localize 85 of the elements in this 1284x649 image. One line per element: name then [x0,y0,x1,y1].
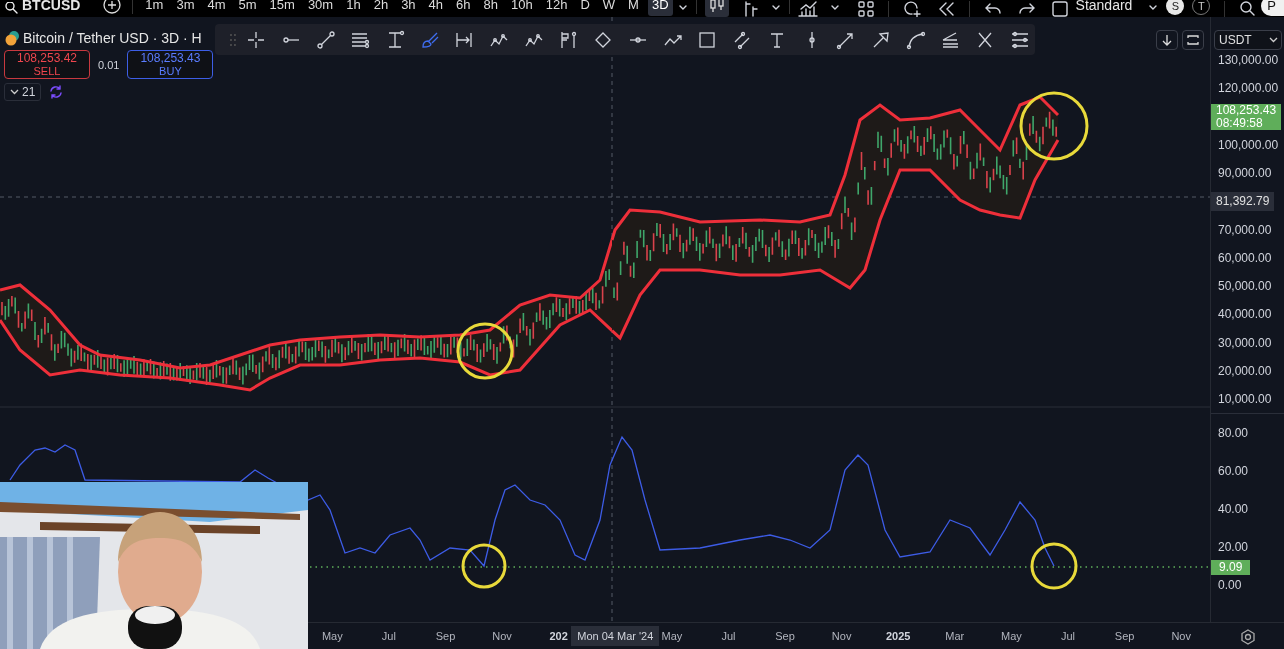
search-icon [1239,0,1256,17]
interval-tab[interactable]: 5m [234,0,261,16]
interval-tab[interactable]: 10h [507,0,537,16]
spread-value: 0.01 [98,58,120,71]
price-tag: 108,253.43 08:49:58 [1211,103,1282,130]
price-label: 70,000.00 [1218,221,1272,239]
price-label: 30,000.00 [1218,334,1272,352]
price-label: 20,000.00 [1218,362,1272,380]
highlight-circle [461,543,507,589]
drag-handle-icon[interactable] [229,32,237,47]
currency-dropdown[interactable]: USDT [1214,30,1282,50]
refresh-icon [49,85,64,99]
fullscreen-icon [1187,34,1199,46]
indicator-label: 0.00 [1218,578,1242,593]
crosshair-price-tag: 81,392.79 [1211,191,1275,211]
time-label: Jul [381,630,396,642]
coin-icon [4,30,20,46]
interval-tab[interactable]: 3h [397,0,420,16]
bar-chart-icon [742,0,759,17]
sell-button[interactable]: 108,253.42 SELL [4,50,90,79]
alert-plus-icon [902,0,923,17]
interval-tab[interactable]: 3D [647,0,673,16]
interval-tab[interactable]: 12h [541,0,572,16]
profile-button[interactable]: P [1261,0,1284,16]
time-label: Sep [1114,630,1135,642]
interval-tab[interactable]: 6h [452,0,475,16]
interval-tab[interactable]: 8h [479,0,502,16]
undo-icon [983,1,1002,16]
search-icon [4,1,18,16]
interval-tab[interactable]: 1h [342,0,365,16]
time-label: 2025 [886,630,911,642]
price-label: 40,000.00 [1218,306,1272,324]
square-icon [1051,0,1068,17]
price-label: 90,000.00 [1218,165,1272,182]
scroll-down-button[interactable] [1156,30,1178,50]
symbol-title: Bitcoin / Tether USD · 3D · H [23,30,202,46]
indicator-label: 80.00 [1218,426,1249,441]
time-label: May [1001,630,1022,642]
time-label: May [321,630,343,642]
caret-icon [1269,36,1278,44]
time-label: Jul [1061,630,1076,642]
indicator-label: 40.00 [1218,502,1249,517]
indicators-icon [797,0,818,17]
buy-button[interactable]: 108,253.43 BUY [127,50,214,79]
caret-icon [10,88,19,96]
time-label: Nov [492,630,512,642]
indicator-label: 60.00 [1218,464,1249,479]
layout-name[interactable]: Standard [1075,0,1133,14]
arrow-down-icon [1161,34,1173,46]
indicator-label: 20.00 [1218,540,1249,555]
interval-tab[interactable]: D [576,0,594,16]
crosshair-date-tag: Mon 04 Mar '24 [571,626,660,646]
fullscreen-button[interactable] [1182,30,1204,50]
price-label: 50,000.00 [1218,278,1272,295]
price-label: 60,000.00 [1218,249,1272,267]
interval-tab[interactable]: 1m [141,0,168,16]
interval-tab[interactable]: M [624,0,643,16]
interval-tab[interactable]: 3m [172,0,199,16]
time-label: 202 [549,630,568,642]
interval-tab[interactable]: 15m [265,0,299,16]
price-label: 120,000.00 [1218,80,1279,98]
highlight-circle [1030,542,1078,590]
time-label: Jul [721,630,736,642]
time-label: Nov [1171,630,1191,642]
symbol-name[interactable]: BTCUSD [22,0,81,14]
indicator-value-tag: 9.09 [1211,560,1251,575]
price-label: 10,000.00 [1218,391,1272,408]
settings-icon[interactable] [1240,629,1256,645]
time-label: Sep [775,630,795,642]
interval-tab[interactable]: 4m [203,0,230,16]
grid-icon [857,0,874,17]
price-label: 100,000.00 [1218,136,1279,154]
time-label: Mar [945,630,965,642]
interval-tab[interactable]: 30m [303,0,338,16]
time-label: May [661,630,683,642]
redo-icon [1017,1,1036,16]
price-label: 130,000.00 [1218,52,1279,69]
time-label: Nov [831,630,852,642]
interval-tab[interactable]: 2h [369,0,393,16]
interval-tab[interactable]: 4h [424,0,448,16]
interval-tab[interactable]: W [598,0,620,16]
time-label: Sep [435,630,456,642]
indicators-toggle[interactable]: 21 [4,83,42,101]
candles-icon[interactable] [704,0,729,17]
avatar[interactable]: S [1166,0,1185,15]
